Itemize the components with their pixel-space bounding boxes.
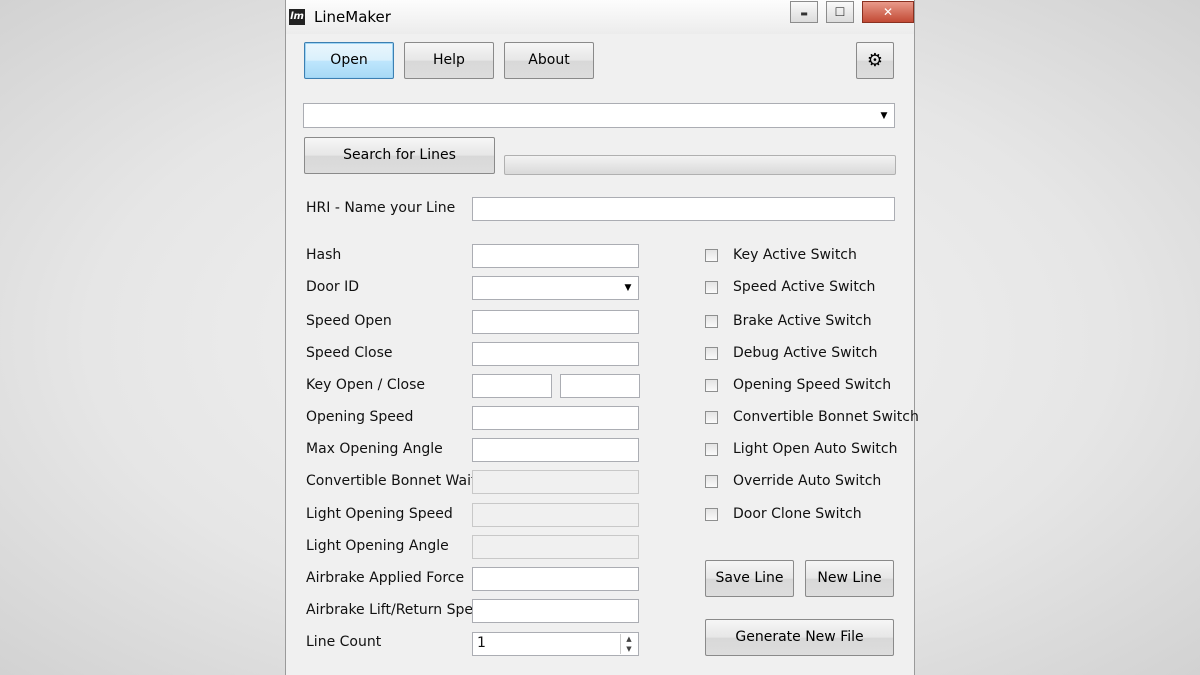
window-title: LineMaker (314, 8, 391, 26)
new-line-button[interactable]: New Line (805, 560, 894, 597)
spin-down-icon[interactable]: ▼ (621, 644, 637, 654)
speed-open-label: Speed Open (306, 313, 392, 329)
save-line-button[interactable]: Save Line (705, 560, 794, 597)
light-opening-angle-input (472, 535, 639, 559)
speed-active-checkbox[interactable] (705, 281, 718, 294)
brake-active-checkbox[interactable] (705, 315, 718, 328)
title-bar[interactable]: lm LineMaker ▬ ☐ ✕ (286, 0, 914, 34)
chevron-down-icon: ▼ (624, 283, 632, 293)
speed-close-input[interactable] (472, 342, 639, 366)
convertible-bonnet-label[interactable]: Convertible Bonnet Switch (733, 409, 919, 425)
hash-label: Hash (306, 247, 342, 263)
brake-active-label[interactable]: Brake Active Switch (733, 313, 872, 329)
convertible-bonnet-wait-label: Convertible Bonnet Wait (306, 473, 477, 489)
opening-speed-label: Opening Speed (306, 409, 414, 425)
chevron-down-icon: ▼ (880, 110, 888, 121)
door-id-select[interactable]: ▼ (472, 276, 639, 300)
minimize-icon: ▬ (800, 9, 808, 18)
minimize-button[interactable]: ▬ (790, 1, 818, 23)
about-button[interactable]: About (504, 42, 594, 79)
speed-close-label: Speed Close (306, 345, 393, 361)
convertible-bonnet-wait-input (472, 470, 639, 494)
line-count-value: 1 (477, 635, 486, 651)
close-button[interactable]: ✕ (862, 1, 914, 23)
door-clone-checkbox[interactable] (705, 508, 718, 521)
speed-active-label[interactable]: Speed Active Switch (733, 279, 875, 295)
airbrake-lift-return-speed-label: Airbrake Lift/Return Speed (306, 602, 491, 618)
key-open-close-label: Key Open / Close (306, 377, 425, 393)
key-active-label[interactable]: Key Active Switch (733, 247, 857, 263)
light-open-auto-label[interactable]: Light Open Auto Switch (733, 441, 897, 457)
door-id-label: Door ID (306, 279, 360, 295)
search-for-lines-button[interactable]: Search for Lines (304, 137, 495, 174)
opening-speed-switch-label[interactable]: Opening Speed Switch (733, 377, 891, 393)
key-open-input[interactable] (472, 374, 552, 398)
airbrake-lift-return-speed-input[interactable] (472, 599, 639, 623)
hri-name-input[interactable] (472, 197, 895, 221)
generate-new-file-button[interactable]: Generate New File (705, 619, 894, 656)
line-count-spinner[interactable]: 1 ▲ ▼ (472, 632, 639, 656)
light-open-auto-checkbox[interactable] (705, 443, 718, 456)
spin-up-icon[interactable]: ▲ (621, 634, 637, 644)
override-auto-checkbox[interactable] (705, 475, 718, 488)
debug-active-label[interactable]: Debug Active Switch (733, 345, 878, 361)
light-opening-speed-input (472, 503, 639, 527)
key-active-checkbox[interactable] (705, 249, 718, 262)
light-opening-speed-label: Light Opening Speed (306, 506, 453, 522)
line-count-label: Line Count (306, 634, 382, 650)
maximize-button[interactable]: ☐ (826, 1, 854, 23)
line-file-combobox[interactable]: ▼ (303, 103, 895, 128)
settings-button[interactable]: ⚙ (856, 42, 894, 79)
light-opening-angle-label: Light Opening Angle (306, 538, 449, 554)
max-opening-angle-input[interactable] (472, 438, 639, 462)
opening-speed-input[interactable] (472, 406, 639, 430)
airbrake-applied-force-input[interactable] (472, 567, 639, 591)
opening-speed-checkbox[interactable] (705, 379, 718, 392)
debug-active-checkbox[interactable] (705, 347, 718, 360)
hash-input[interactable] (472, 244, 639, 268)
speed-open-input[interactable] (472, 310, 639, 334)
convertible-bonnet-checkbox[interactable] (705, 411, 718, 424)
max-opening-angle-label: Max Opening Angle (306, 441, 443, 457)
door-clone-label[interactable]: Door Clone Switch (733, 506, 862, 522)
key-close-input[interactable] (560, 374, 640, 398)
hri-label: HRI - Name your Line (306, 200, 456, 216)
spinner-buttons[interactable]: ▲ ▼ (620, 634, 637, 654)
override-auto-label[interactable]: Override Auto Switch (733, 473, 881, 489)
airbrake-applied-force-label: Airbrake Applied Force (306, 570, 465, 586)
linemaker-window: lm LineMaker ▬ ☐ ✕ Open Help About ⚙ ▼ S… (285, 0, 919, 675)
help-button[interactable]: Help (404, 42, 494, 79)
app-logo-icon: lm (289, 9, 305, 25)
gear-icon: ⚙ (866, 50, 884, 71)
search-progress-bar (504, 155, 896, 175)
open-button[interactable]: Open (304, 42, 394, 79)
close-icon: ✕ (882, 5, 894, 19)
maximize-icon: ☐ (834, 5, 846, 19)
